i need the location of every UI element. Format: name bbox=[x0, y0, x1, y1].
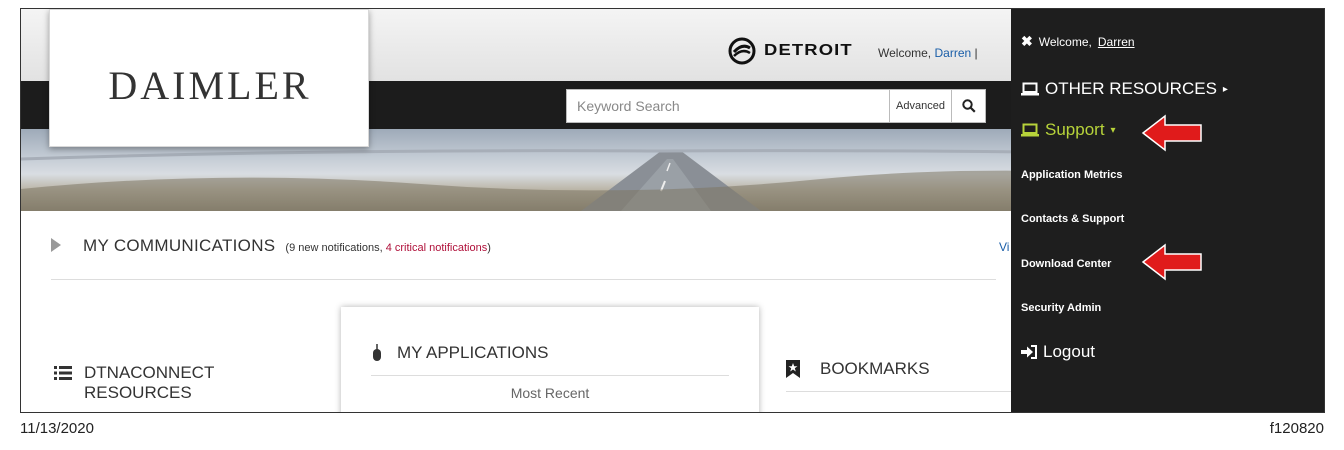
search-bar: Advanced bbox=[566, 89, 986, 123]
divider bbox=[786, 391, 1011, 392]
divider bbox=[51, 279, 996, 280]
bookmark-star-icon bbox=[786, 360, 800, 378]
applications-title: MY APPLICATIONS bbox=[397, 343, 549, 362]
menu-item-security-admin[interactable]: Security Admin bbox=[1021, 302, 1101, 314]
detroit-wordmark: DETROIT bbox=[764, 42, 853, 59]
communications-header[interactable]: MY COMMUNICATIONS (9 new notifications, … bbox=[51, 236, 491, 256]
resources-title-line1: DTNACONNECT bbox=[84, 363, 215, 382]
detroit-emblem-icon bbox=[728, 37, 756, 65]
divider bbox=[371, 375, 729, 376]
view-all-link[interactable]: Vi bbox=[999, 240, 1009, 254]
resources-header: DTNACONNECT RESOURCES bbox=[54, 363, 214, 403]
notification-count: 9 new notifications, bbox=[289, 242, 386, 254]
search-button[interactable] bbox=[951, 90, 985, 122]
mouse-icon bbox=[373, 344, 381, 361]
list-icon bbox=[54, 366, 72, 380]
logout-icon bbox=[1021, 345, 1037, 359]
communications-title: MY COMMUNICATIONS bbox=[83, 236, 276, 255]
welcome-prefix: Welcome, bbox=[878, 46, 932, 60]
support-label: Support bbox=[1045, 120, 1105, 139]
advanced-search-button[interactable]: Advanced bbox=[889, 90, 951, 122]
app-tile[interactable] bbox=[481, 412, 536, 413]
menu-item-contacts-support[interactable]: Contacts & Support bbox=[1021, 213, 1124, 225]
menu-other-resources[interactable]: OTHER RESOURCES ▸ bbox=[1021, 79, 1228, 99]
browser-screenshot: DAIMLER DETROIT Welcome, Darren | Advanc… bbox=[20, 8, 1325, 413]
laptop-icon bbox=[1021, 123, 1039, 137]
red-arrow-pointer bbox=[1141, 114, 1202, 152]
header-welcome: Welcome, Darren | bbox=[878, 46, 978, 60]
search-icon bbox=[961, 99, 976, 113]
logout-label: Logout bbox=[1043, 342, 1095, 361]
menu-item-application-metrics[interactable]: Application Metrics bbox=[1021, 169, 1122, 181]
my-applications-panel: MY APPLICATIONS Most Recent bbox=[341, 307, 759, 413]
daimler-logo: DAIMLER bbox=[108, 63, 312, 108]
header-separator: | bbox=[974, 46, 978, 60]
menu-user-link[interactable]: Darren bbox=[1098, 35, 1135, 49]
laptop-icon bbox=[1021, 82, 1039, 96]
menu-item-download-center[interactable]: Download Center bbox=[1021, 258, 1111, 270]
resources-title-line2: RESOURCES bbox=[84, 383, 192, 402]
side-menu: ✖ Welcome, Darren OTHER RESOURCES ▸ Suppo… bbox=[1011, 9, 1324, 412]
header-user-link[interactable]: Darren bbox=[934, 46, 971, 60]
expand-arrow-icon[interactable] bbox=[51, 238, 61, 252]
bookmarks-title: BOOKMARKS bbox=[820, 359, 930, 378]
applications-header: MY APPLICATIONS bbox=[371, 343, 548, 363]
menu-support[interactable]: Support ▾ bbox=[1021, 120, 1116, 140]
critical-notifications-link[interactable]: 4 critical notifications bbox=[386, 242, 488, 254]
other-resources-label: OTHER RESOURCES bbox=[1045, 79, 1217, 98]
app-tile[interactable] bbox=[571, 412, 626, 413]
app-tile[interactable] bbox=[391, 412, 446, 413]
daimler-logo-card[interactable]: DAIMLER bbox=[49, 9, 369, 147]
document-date: 11/13/2020 bbox=[20, 420, 94, 437]
resources-title: DTNACONNECT RESOURCES bbox=[84, 363, 214, 403]
bookmarks-header: BOOKMARKS bbox=[786, 359, 930, 379]
menu-welcome: ✖ Welcome, Darren bbox=[1021, 33, 1135, 50]
chevron-right-icon: ▸ bbox=[1222, 83, 1228, 95]
most-recent-label: Most Recent bbox=[510, 385, 590, 401]
menu-logout[interactable]: Logout bbox=[1021, 342, 1095, 362]
figure-frame: DAIMLER DETROIT Welcome, Darren | Advanc… bbox=[0, 0, 1344, 450]
notification-summary: (9 new notifications, 4 critical notific… bbox=[285, 242, 490, 254]
close-icon[interactable]: ✖ bbox=[1021, 33, 1033, 50]
note-close: ) bbox=[487, 242, 491, 254]
red-arrow-pointer bbox=[1141, 243, 1202, 281]
search-input[interactable] bbox=[567, 90, 889, 122]
menu-welcome-prefix: Welcome, bbox=[1038, 34, 1092, 49]
chevron-down-icon: ▾ bbox=[1110, 124, 1116, 136]
detroit-logo[interactable]: DETROIT bbox=[726, 35, 852, 67]
figure-id: f120820 bbox=[1269, 420, 1324, 437]
